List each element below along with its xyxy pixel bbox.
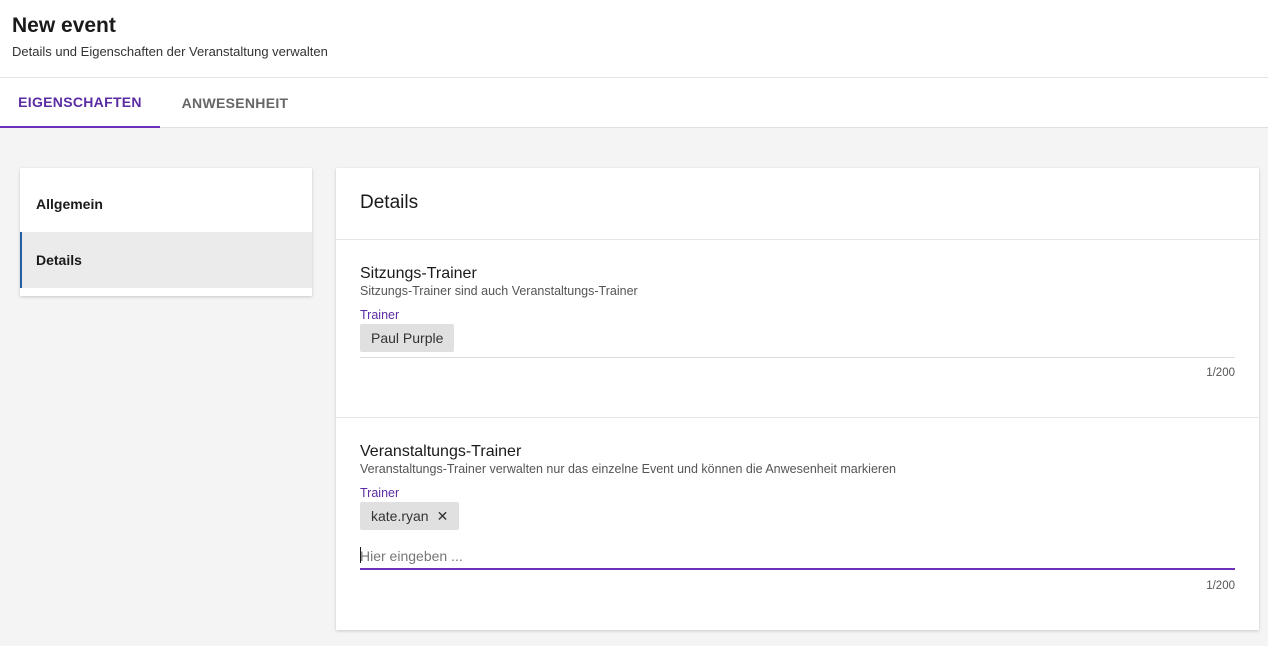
details-card: Details Sitzungs-Trainer Sitzungs-Traine… (336, 168, 1259, 630)
trainer-field-label: Trainer (360, 486, 400, 500)
page-header: New event Details und Eigenschaften der … (0, 0, 1268, 78)
text-caret (360, 547, 361, 563)
chip-label: kate.ryan (371, 508, 429, 524)
page-subtitle: Details und Eigenschaften der Veranstalt… (12, 44, 328, 59)
chip-label: Paul Purple (371, 330, 444, 346)
nav-item-allgemein[interactable]: Allgemein (20, 176, 312, 232)
page-title: New event (12, 14, 116, 37)
remove-chip-icon[interactable]: ✕ (437, 508, 449, 525)
section-nav: Allgemein Details (20, 168, 312, 296)
trainer-search-input[interactable] (360, 544, 1235, 570)
trainer-chip: Paul Purple (360, 324, 455, 352)
card-title: Details (360, 192, 419, 213)
character-counter: 1/200 (1206, 580, 1235, 592)
divider (336, 417, 1259, 418)
field-underline (360, 357, 1235, 358)
nav-item-details[interactable]: Details (20, 232, 312, 288)
section-title-veranstaltungs-trainer: Veranstaltungs-Trainer (360, 443, 522, 460)
divider (336, 239, 1259, 240)
section-title-sitzungs-trainer: Sitzungs-Trainer (360, 265, 477, 282)
trainer-field-label: Trainer (360, 308, 400, 322)
tab-bar: EIGENSCHAFTEN ANWESENHEIT (0, 78, 1268, 128)
tab-eigenschaften[interactable]: EIGENSCHAFTEN (0, 78, 160, 128)
character-counter: 1/200 (1206, 367, 1235, 379)
section-description-veranstaltungs-trainer: Veranstaltungs-Trainer verwalten nur das… (360, 462, 896, 476)
section-description-sitzungs-trainer: Sitzungs-Trainer sind auch Veranstaltung… (360, 284, 638, 298)
tab-anwesenheit[interactable]: ANWESENHEIT (160, 78, 310, 128)
trainer-chip: kate.ryan ✕ (360, 502, 460, 530)
